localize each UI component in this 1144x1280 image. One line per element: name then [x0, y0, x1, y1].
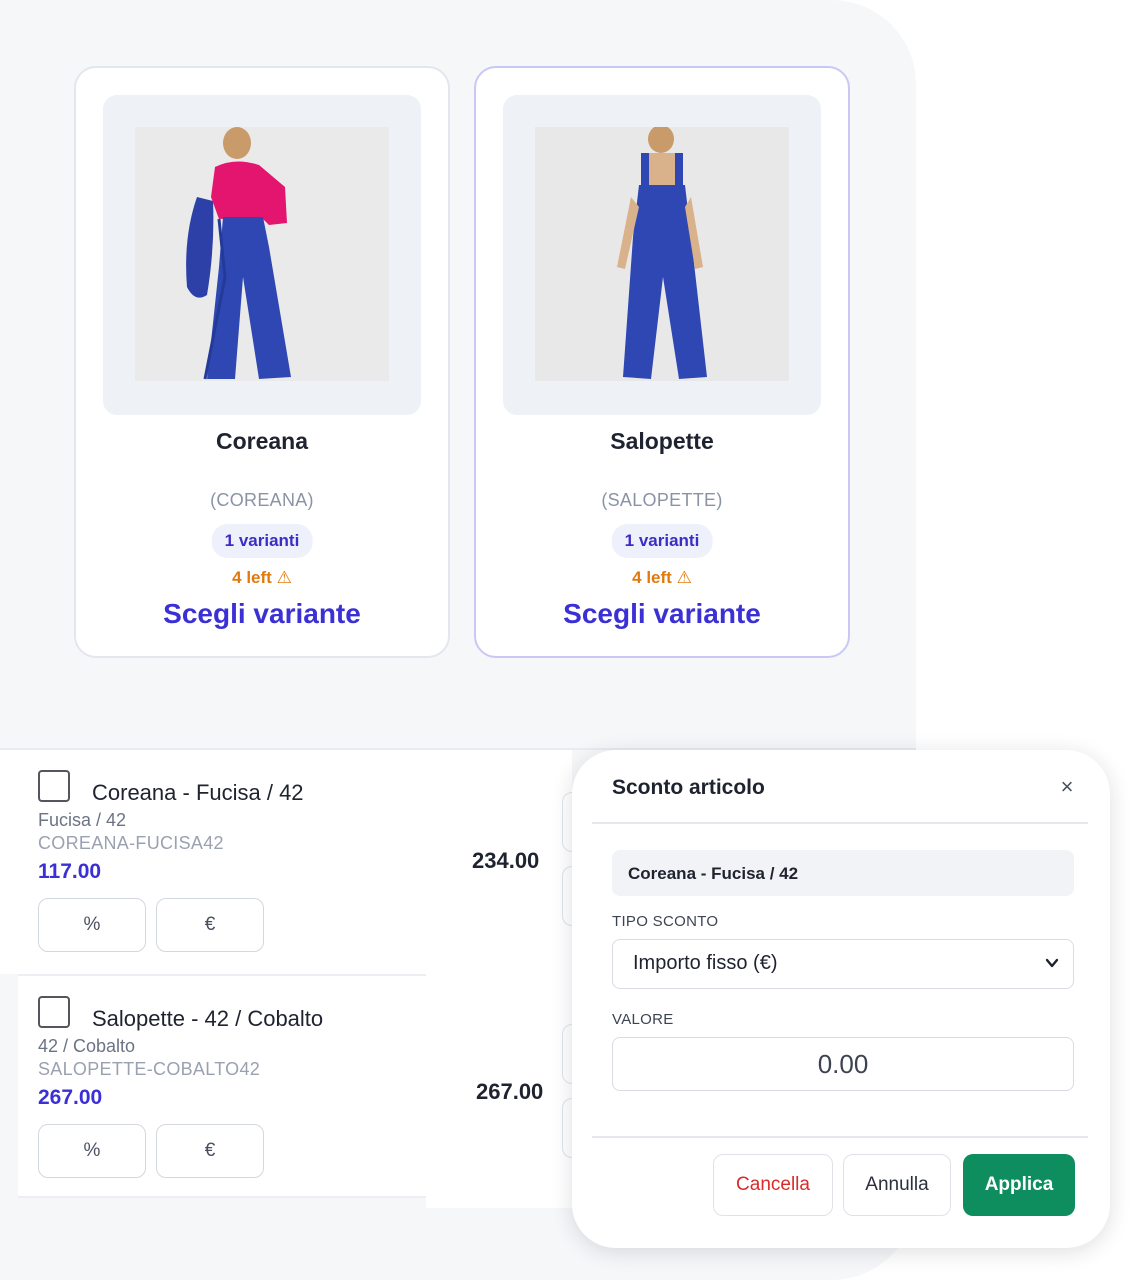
discount-value-label: VALORE — [612, 1011, 674, 1028]
warning-icon: ⚠ — [276, 568, 292, 587]
discount-modal: Sconto articolo × Coreana - Fucisa / 42 … — [572, 750, 1110, 1248]
line-checkbox[interactable] — [38, 770, 70, 802]
stock-status: 4 left ⚠ — [476, 568, 848, 588]
order-line: Coreana - Fucisa / 42 Fucisa / 42 COREAN… — [18, 750, 426, 974]
discount-value-input[interactable]: 0.00 — [612, 1037, 1074, 1091]
modal-divider — [592, 822, 1088, 824]
product-name: Salopette — [610, 428, 714, 454]
product-code: (SALOPETTE) — [601, 490, 723, 510]
discount-type-value: Importo fisso (€) — [633, 952, 778, 974]
modal-title: Sconto articolo — [612, 776, 765, 799]
chevron-down-icon — [1045, 958, 1059, 968]
product-photo — [535, 127, 789, 381]
percent-discount-button[interactable]: % — [38, 1124, 146, 1178]
apply-button[interactable]: Applica — [963, 1154, 1075, 1216]
line-title: Salopette - 42 / Cobalto — [92, 1006, 324, 1031]
variants-badge: 1 varianti — [611, 524, 713, 558]
line-variant: Fucisa / 42 — [38, 810, 127, 830]
product-code: (COREANA) — [210, 490, 314, 510]
line-total: 267.00 — [476, 1079, 544, 1104]
variants-badge: 1 varianti — [211, 524, 313, 558]
choose-variant-link[interactable]: Scegli variante — [76, 598, 448, 630]
discount-type-select[interactable]: Importo fisso (€) — [612, 939, 1074, 989]
order-line: Salopette - 42 / Cobalto 42 / Cobalto SA… — [18, 974, 426, 1198]
stock-label: 4 left — [232, 568, 272, 587]
line-sku: SALOPETTE-COBALTO42 — [38, 1059, 261, 1079]
product-photo — [135, 127, 389, 381]
discount-item-name: Coreana - Fucisa / 42 — [612, 850, 1074, 896]
pos-screen: Coreana (COREANA) 1 varianti 4 left ⚠ Sc… — [0, 0, 1144, 1280]
line-total: 234.00 — [472, 848, 540, 873]
line-variant: 42 / Cobalto — [38, 1036, 136, 1056]
line-sku: COREANA-FUCISA42 — [38, 833, 224, 853]
stock-label: 4 left — [632, 568, 672, 587]
line-checkbox[interactable] — [38, 996, 70, 1028]
discount-type-label: TIPO SCONTO — [612, 913, 719, 930]
line-unit-price: 267.00 — [38, 1086, 103, 1109]
fixed-discount-button[interactable]: € — [156, 898, 264, 952]
cancel-button[interactable]: Annulla — [843, 1154, 951, 1216]
remove-discount-button[interactable]: Cancella — [713, 1154, 833, 1216]
product-card-coreana[interactable]: Coreana (COREANA) 1 varianti 4 left ⚠ Sc… — [74, 66, 450, 658]
product-thumbnail — [503, 95, 821, 415]
stock-status: 4 left ⚠ — [76, 568, 448, 588]
line-unit-price: 117.00 — [38, 860, 102, 883]
modal-divider — [592, 1136, 1088, 1138]
product-photo-image — [535, 127, 789, 381]
product-card-salopette[interactable]: Salopette (SALOPETTE) 1 varianti 4 left … — [474, 66, 850, 658]
row-background — [0, 750, 18, 974]
fixed-discount-button[interactable]: € — [156, 1124, 264, 1178]
product-photo-image — [135, 127, 389, 381]
percent-discount-button[interactable]: % — [38, 898, 146, 952]
choose-variant-link[interactable]: Scegli variante — [476, 598, 848, 630]
product-name: Coreana — [215, 428, 309, 454]
close-icon[interactable]: × — [1054, 774, 1080, 800]
warning-icon: ⚠ — [676, 568, 692, 587]
line-title: Coreana - Fucisa / 42 — [92, 780, 304, 805]
product-thumbnail — [103, 95, 421, 415]
